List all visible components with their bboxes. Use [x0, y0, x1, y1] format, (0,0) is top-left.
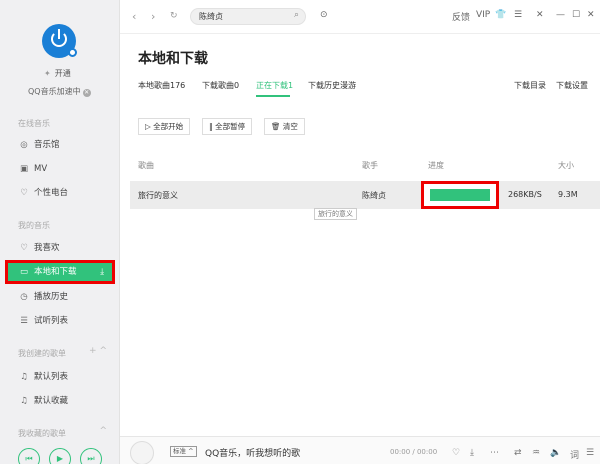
- album-cover[interactable]: [130, 441, 154, 464]
- note-icon: ♫: [20, 396, 28, 406]
- section-created-playlists: 我创建的歌单: [18, 349, 66, 358]
- effect-icon[interactable]: ♒: [532, 448, 540, 458]
- row-speed: 268KB/S: [508, 190, 542, 199]
- row-size: 9.3M: [558, 190, 578, 199]
- download-song-icon[interactable]: ⤓: [470, 448, 474, 458]
- quality-badge[interactable]: 标准 ^: [170, 446, 197, 457]
- skin-icon[interactable]: 👕: [495, 10, 506, 20]
- vip-icon: ✦: [44, 69, 51, 78]
- pause-all-button[interactable]: ‖ 全部暂停: [202, 118, 253, 135]
- vip-link[interactable]: VIP: [476, 10, 490, 20]
- tooltip: 旅行的意义: [314, 208, 357, 220]
- sidebar-item-mv[interactable]: ▣ MV: [18, 160, 118, 178]
- download-folder-link[interactable]: 下载目录: [514, 80, 546, 91]
- collapse-icon[interactable]: ^: [99, 426, 107, 436]
- section-online: 在线音乐: [18, 119, 50, 128]
- sidebar-item-favorites[interactable]: ♡ 我喜欢: [18, 239, 118, 257]
- sidebar: ✦ 开通 QQ音乐加速中 ✕ 在线音乐 ◎ 音乐馆 ▣ MV ♡ 个性电台 我的音乐 ♡ 我…: [0, 0, 120, 464]
- qq-music-logo[interactable]: [42, 24, 77, 58]
- radio-icon: ♡: [20, 188, 28, 198]
- monitor-icon: ▭: [19, 267, 29, 277]
- section-my-music: 我的音乐: [18, 221, 50, 230]
- open-vip-link[interactable]: ✦ 开通: [44, 68, 71, 79]
- volume-icon[interactable]: 🔈: [550, 448, 561, 458]
- close-icon[interactable]: ✕: [82, 89, 91, 97]
- note-icon: ♫: [20, 372, 28, 382]
- sidebar-item-radio[interactable]: ♡ 个性电台: [18, 184, 118, 202]
- playback-time: 00:00 / 00:00: [390, 448, 438, 456]
- forward-icon[interactable]: ›: [151, 10, 155, 23]
- search-icon[interactable]: ⌕: [294, 10, 299, 20]
- column-song: 歌曲: [138, 161, 154, 170]
- tab-download-history[interactable]: 下载历史漫游: [308, 80, 356, 91]
- back-icon[interactable]: ‹: [132, 10, 136, 23]
- play-icon: ▷: [145, 122, 154, 131]
- column-size: 大小: [558, 161, 574, 170]
- search-input[interactable]: 陈绮贞 ⌕: [190, 8, 306, 25]
- heart-icon: ♡: [20, 243, 28, 253]
- tab-local-songs[interactable]: 本地歌曲176: [138, 80, 185, 91]
- trash-icon: 🗑: [271, 122, 283, 131]
- settings-icon[interactable]: ☰: [514, 10, 522, 20]
- feedback-link[interactable]: 反馈: [452, 10, 470, 23]
- page-title: 本地和下载: [138, 51, 208, 67]
- add-collapse-controls[interactable]: + ^: [89, 346, 107, 356]
- refresh-icon[interactable]: ↻: [170, 11, 178, 21]
- more-icon[interactable]: ⋯: [490, 448, 499, 458]
- tab-downloading[interactable]: 正在下载1: [256, 80, 293, 91]
- mini-mode-icon[interactable]: ✕: [536, 10, 544, 20]
- next-icon[interactable]: ⏭: [80, 448, 102, 464]
- minimize-icon[interactable]: —: [556, 10, 565, 20]
- close-window-icon[interactable]: ✕: [587, 10, 595, 20]
- row-artist[interactable]: 陈绮贞: [362, 190, 386, 201]
- column-progress: 进度: [428, 161, 444, 170]
- active-tab-indicator: [256, 95, 290, 97]
- lyrics-icon[interactable]: 词: [570, 448, 579, 461]
- section-collected-playlists: 我收藏的歌单: [18, 429, 66, 438]
- clear-button[interactable]: 🗑 清空: [264, 118, 305, 135]
- tab-downloaded-songs[interactable]: 下载歌曲0: [202, 80, 239, 91]
- column-artist: 歌手: [362, 161, 378, 170]
- start-all-button[interactable]: ▷ 全部开始: [138, 118, 191, 135]
- previous-icon[interactable]: ⏮: [18, 448, 40, 464]
- compass-icon[interactable]: ⊙: [320, 10, 328, 20]
- sidebar-item-music-hall[interactable]: ◎ 音乐馆: [18, 136, 118, 154]
- play-icon[interactable]: ▶: [49, 448, 71, 464]
- download-icon: ⤓: [100, 267, 104, 277]
- sidebar-item-local-download[interactable]: ▭ 本地和下载 ⤓: [5, 260, 115, 284]
- sidebar-item-history[interactable]: ◷ 播放历史: [18, 288, 118, 306]
- history-icon: ◷: [20, 292, 28, 302]
- sidebar-item-default-list[interactable]: ♫ 默认列表: [18, 368, 118, 386]
- like-icon[interactable]: ♡: [452, 448, 460, 458]
- speedup-status[interactable]: QQ音乐加速中 ✕: [28, 86, 91, 97]
- sidebar-item-default-collection[interactable]: ♫ 默认收藏: [18, 392, 118, 410]
- playlist-queue-icon[interactable]: ☰: [586, 448, 594, 458]
- download-settings-link[interactable]: 下载设置: [556, 80, 588, 91]
- row-song[interactable]: 旅行的意义: [138, 190, 178, 201]
- maximize-icon[interactable]: ☐: [572, 10, 580, 20]
- download-progress-bar: [421, 181, 499, 209]
- music-hall-icon: ◎: [20, 140, 28, 150]
- now-playing-title: QQ音乐，听我想听的歌: [205, 449, 301, 459]
- sidebar-item-trial-list[interactable]: ☰ 试听列表: [18, 312, 118, 330]
- play-mode-icon[interactable]: ⇄: [514, 448, 522, 458]
- playlist-icon: ☰: [20, 316, 28, 326]
- progress-fill: [430, 189, 490, 201]
- mv-icon: ▣: [19, 164, 29, 174]
